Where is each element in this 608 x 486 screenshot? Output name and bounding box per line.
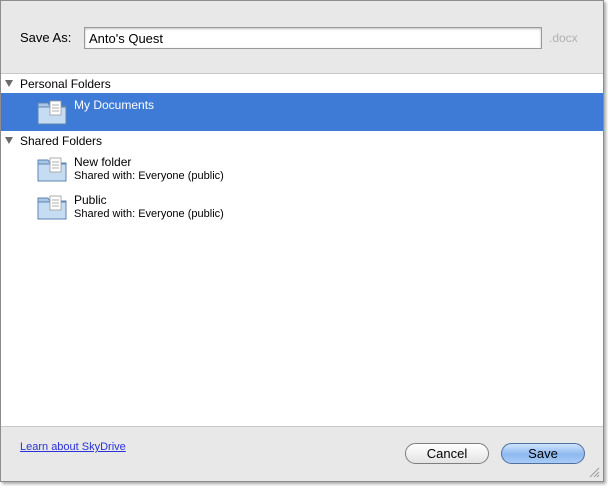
- folder-row-public[interactable]: Public Shared with: Everyone (public): [1, 188, 603, 226]
- save-as-dialog: Save As: .docx Personal Folders My Docum…: [0, 0, 604, 482]
- disclosure-triangle-icon[interactable]: [5, 80, 13, 87]
- dialog-footer: Learn about SkyDrive Cancel Save: [1, 428, 603, 481]
- file-extension-label: .docx: [549, 31, 578, 45]
- filename-input[interactable]: [84, 27, 542, 49]
- folder-name: New folder: [74, 155, 132, 169]
- disclosure-triangle-icon[interactable]: [5, 137, 13, 144]
- cancel-button[interactable]: Cancel: [405, 443, 489, 464]
- folder-shared-with: Shared with: Everyone (public): [74, 208, 224, 220]
- folder-row-new-folder[interactable]: New folder Shared with: Everyone (public…: [1, 150, 603, 188]
- folder-row-my-documents[interactable]: My Documents: [1, 93, 603, 131]
- folder-name: Public: [74, 193, 107, 207]
- resize-grip-icon[interactable]: [589, 467, 600, 478]
- folder-name: My Documents: [74, 98, 155, 112]
- save-button[interactable]: Save: [501, 443, 585, 464]
- folder-list: Personal Folders My Documents Shared Fol…: [1, 73, 603, 427]
- section-label: Shared Folders: [20, 134, 103, 148]
- save-as-label: Save As:: [20, 30, 72, 45]
- section-label: Personal Folders: [20, 77, 111, 91]
- folder-icon: [37, 100, 67, 125]
- section-personal-folders[interactable]: Personal Folders: [1, 74, 603, 93]
- folder-icon: [37, 157, 67, 182]
- dialog-header: Save As: .docx: [1, 1, 603, 73]
- section-shared-folders[interactable]: Shared Folders: [1, 131, 603, 150]
- folder-icon: [37, 195, 67, 220]
- folder-shared-with: Shared with: Everyone (public): [74, 170, 224, 182]
- learn-about-skydrive-link[interactable]: Learn about SkyDrive: [20, 441, 126, 453]
